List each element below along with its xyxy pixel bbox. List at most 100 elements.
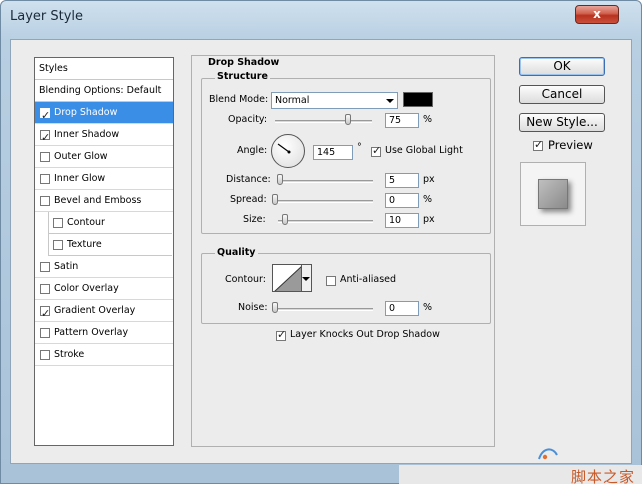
style-item-outer-glow[interactable]: Outer Glow [35, 146, 173, 168]
distance-slider-thumb[interactable] [277, 174, 283, 185]
style-item-label: Color Overlay [54, 283, 119, 294]
style-item-label: Drop Shadow [54, 107, 118, 118]
opacity-unit: % [423, 114, 433, 125]
blending-options-item[interactable]: Blending Options: Default [35, 80, 173, 102]
contour-picker[interactable] [272, 264, 302, 292]
spread-slider-thumb[interactable] [272, 194, 278, 205]
size-unit: px [423, 214, 435, 225]
noise-slider-track[interactable] [275, 308, 373, 311]
distance-input[interactable]: 5 [385, 173, 419, 188]
style-subitem-frame [48, 212, 172, 234]
style-item-color-overlay[interactable]: Color Overlay [35, 278, 173, 300]
style-item-label: Gradient Overlay [54, 305, 136, 316]
spread-unit: % [423, 194, 433, 205]
style-item-checkbox[interactable] [40, 328, 50, 338]
opacity-slider-thumb[interactable] [344, 114, 351, 125]
style-item-checkbox[interactable] [40, 303, 50, 325]
drop-shadow-title: Drop Shadow [206, 57, 282, 68]
style-item-checkbox[interactable] [40, 284, 50, 294]
window-title: Layer Style [10, 9, 84, 24]
dialog-client-area: Styles Blending Options: Default Drop Sh… [10, 39, 632, 464]
cancel-button[interactable]: Cancel [519, 85, 605, 104]
contour-dropdown-button[interactable] [302, 264, 312, 292]
preview-thumbnail [520, 162, 586, 226]
spread-input[interactable]: 0 [385, 193, 419, 208]
new-style-button[interactable]: New Style... [519, 113, 605, 132]
style-item-contour[interactable]: Contour [35, 212, 173, 234]
style-item-label: Pattern Overlay [54, 327, 129, 338]
quality-title: Quality [215, 247, 258, 258]
quality-group [201, 253, 491, 324]
style-item-stroke[interactable]: Stroke [35, 344, 173, 366]
style-item-satin[interactable]: Satin [35, 256, 173, 278]
use-global-light-checkbox[interactable] [371, 144, 381, 157]
style-item-checkbox[interactable] [40, 105, 50, 127]
style-item-label: Stroke [54, 349, 85, 360]
style-item-checkbox[interactable] [40, 127, 50, 149]
style-item-inner-shadow[interactable]: Inner Shadow [35, 124, 173, 149]
chevron-down-icon [302, 277, 310, 281]
style-item-checkbox[interactable] [40, 262, 50, 272]
watermark-strip: 脚本之家 [399, 465, 642, 484]
ok-button[interactable]: OK [519, 57, 605, 76]
drop-shadow-panel: Drop Shadow Structure Blend Mode: Normal… [191, 55, 495, 447]
style-item-inner-glow[interactable]: Inner Glow [35, 168, 173, 190]
angle-unit: ° [357, 142, 362, 153]
opacity-label: Opacity: [228, 114, 268, 125]
contour-curve-icon [274, 266, 301, 291]
style-item-gradient-overlay[interactable]: Gradient Overlay [35, 300, 173, 325]
spread-label: Spread: [230, 194, 267, 205]
angle-needle-icon [277, 143, 291, 154]
style-item-checkbox[interactable] [40, 152, 50, 162]
angle-label: Angle: [237, 145, 268, 156]
shadow-color-swatch[interactable] [403, 92, 433, 107]
close-button[interactable]: x [575, 5, 619, 24]
style-item-label: Inner Glow [54, 173, 106, 184]
preview-checkbox[interactable] [533, 138, 543, 151]
distance-label: Distance: [226, 174, 271, 185]
style-item-label: Satin [54, 261, 79, 272]
anti-aliased-checkbox[interactable] [326, 276, 336, 286]
anti-aliased-label: Anti-aliased [340, 274, 397, 285]
noise-label: Noise: [238, 302, 268, 313]
chevron-down-icon [386, 99, 394, 103]
styles-list: Styles Blending Options: Default Drop Sh… [34, 57, 174, 446]
style-item-label: Outer Glow [54, 151, 108, 162]
size-label: Size: [243, 214, 266, 225]
style-item-checkbox[interactable] [40, 196, 50, 206]
opacity-input[interactable]: 75 [385, 113, 419, 128]
style-item-checkbox[interactable] [40, 174, 50, 184]
watermark-logo-icon [538, 448, 558, 460]
noise-unit: % [423, 302, 433, 313]
angle-dial[interactable] [271, 134, 305, 168]
blend-mode-label: Blend Mode: [209, 94, 269, 105]
styles-header[interactable]: Styles [35, 58, 173, 80]
layer-knocks-out-checkbox[interactable] [276, 328, 286, 341]
watermark-text: 脚本之家 [570, 468, 635, 484]
size-slider-track[interactable] [278, 220, 373, 223]
layer-knocks-out-label: Layer Knocks Out Drop Shadow [290, 329, 440, 340]
title-bar[interactable]: Layer Style x [1, 1, 641, 33]
angle-input[interactable]: 145 [313, 145, 353, 160]
style-item-bevel-and-emboss[interactable]: Bevel and Emboss [35, 190, 173, 212]
style-item-checkbox[interactable] [40, 350, 50, 360]
noise-input[interactable]: 0 [385, 301, 419, 316]
preview-label: Preview [548, 138, 593, 152]
style-item-texture[interactable]: Texture [35, 234, 173, 256]
use-global-light-label: Use Global Light [385, 145, 463, 156]
spread-slider-track[interactable] [275, 200, 373, 203]
size-slider-thumb[interactable] [282, 214, 288, 225]
opacity-slider-track[interactable] [275, 120, 372, 123]
style-item-pattern-overlay[interactable]: Pattern Overlay [35, 322, 173, 344]
structure-title: Structure [215, 71, 270, 82]
size-input[interactable]: 10 [385, 213, 419, 228]
style-item-label: Bevel and Emboss [54, 195, 142, 206]
style-subitem-frame [48, 234, 172, 256]
distance-unit: px [423, 174, 435, 185]
style-item-label: Inner Shadow [54, 129, 120, 140]
distance-slider-track[interactable] [278, 180, 373, 183]
blend-mode-value: Normal [275, 95, 310, 106]
style-item-drop-shadow[interactable]: Drop Shadow [35, 102, 173, 127]
blend-mode-dropdown[interactable]: Normal [271, 92, 398, 109]
noise-slider-thumb[interactable] [272, 302, 278, 313]
